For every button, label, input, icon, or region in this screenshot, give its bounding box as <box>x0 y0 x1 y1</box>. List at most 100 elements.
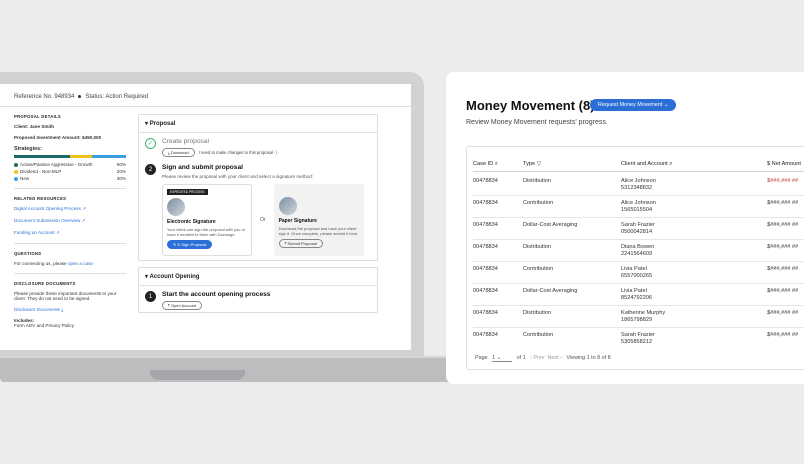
card-description: Download the proposal and have your clie… <box>278 226 359 236</box>
table-row[interactable]: 00478834 Contribution Alice Johnson 1565… <box>467 196 804 218</box>
table-row[interactable]: 00478834 Contribution Livia Patel 655700… <box>467 262 804 284</box>
net-amount: $###,### ## <box>767 222 799 228</box>
resource-link[interactable]: Funding an Account <box>14 230 55 235</box>
divider <box>14 273 126 274</box>
resource-link[interactable]: Digital Account Opening Process <box>14 206 81 211</box>
column-header-client[interactable]: Client and Account ⌕ <box>621 161 672 168</box>
next-button[interactable]: Next › <box>547 355 561 361</box>
net-amount: $###,### ## <box>767 244 799 250</box>
net-amount: $###,### ## <box>767 288 799 294</box>
open-account-label: Open Account <box>170 303 197 308</box>
type: Dollar-Cost Averaging <box>523 288 578 294</box>
card-title: Electronic Signature <box>167 219 216 225</box>
table-row[interactable]: 00478834 Dollar-Cost Averaging Sarah Fra… <box>467 218 804 240</box>
page-select[interactable]: 1 ⌄ <box>492 355 513 362</box>
disclosure-link[interactable]: Disclosure Documents <box>14 307 60 312</box>
details-heading: PROPOSAL DETAILS <box>14 114 61 119</box>
account-opening-header[interactable]: ▾ Account Opening <box>139 268 377 286</box>
request-money-movement-button[interactable]: Request Money Movement ⌄ <box>590 99 677 111</box>
case-id: 00478834 <box>473 244 498 250</box>
prev-button[interactable]: ‹ Prev <box>530 355 544 361</box>
case-id: 00478834 <box>473 178 498 184</box>
signature-options: EXPEDITED PROCESS Electronic Signature Y… <box>139 184 377 260</box>
type: Distribution <box>523 244 551 250</box>
type: Contribution <box>523 200 554 206</box>
account-number: 6557000265 <box>621 273 653 279</box>
page-of: of 1 <box>516 355 526 361</box>
avatar <box>167 198 185 216</box>
money-movement-table: Case ID ⌕ Type ▽ Client and Account ⌕ $ … <box>466 146 804 370</box>
account-number: 8524792206 <box>621 295 653 301</box>
external-link-icon: ↗ <box>82 206 87 211</box>
table-row[interactable]: 00478834 Contribution Sarah Frazier 5305… <box>467 328 804 350</box>
page-description: Review Money Movement requests' progress… <box>466 119 608 126</box>
paper-signature-card[interactable]: Paper Signature Download the proposal an… <box>273 184 364 256</box>
column-header-type[interactable]: Type ▽ <box>523 161 541 167</box>
search-icon[interactable]: ⌕ <box>669 161 672 167</box>
request-button-label: Request Money Movement <box>598 102 663 108</box>
proposal-header[interactable]: ▾ Proposal <box>139 115 377 133</box>
table-row[interactable]: 00478834 Distribution Alice Johnson 5312… <box>467 174 804 196</box>
account-number: 5312348832 <box>621 185 653 191</box>
questions-text: For connecting us, please <box>14 261 67 266</box>
card-description: Your client can sign the proposal with y… <box>167 227 246 237</box>
changes-link[interactable]: I need to make changes to this proposal … <box>199 150 279 155</box>
strategy-pct: 30% <box>116 176 126 181</box>
electronic-signature-card[interactable]: EXPEDITED PROCESS Electronic Signature Y… <box>162 184 252 256</box>
search-icon[interactable]: ⌕ <box>495 161 498 167</box>
column-header-amount[interactable]: $ Net Amount <box>767 161 801 167</box>
laptop-screen: Reference No. 948934 Status: Action Requi… <box>0 84 411 350</box>
sidebar: PROPOSAL DETAILS Client: Jane Smith Prop… <box>14 114 126 328</box>
table-row[interactable]: 00478834 Dollar-Cost Averaging Livia Pat… <box>467 284 804 306</box>
client-name: Livia Patel <box>621 288 647 294</box>
case-id: 00478834 <box>473 200 498 206</box>
client-name: Livia Patel <box>621 266 647 272</box>
strategy-legend-item: Active/Passive Aggressive - Growth 50% <box>14 162 126 167</box>
proposal-title: Proposal <box>149 121 176 127</box>
status-text: Status: Action Required <box>85 94 149 100</box>
net-amount: $###,### ## <box>767 178 799 184</box>
table-row[interactable]: 00478834 Distribution Diana Bowen 224156… <box>467 240 804 262</box>
prev-label: Prev <box>533 355 545 361</box>
strategy-bar-segment <box>70 155 93 158</box>
strategy-bar-segment <box>14 155 70 158</box>
resource-link[interactable]: Document Submission Overview <box>14 218 80 223</box>
open-case-link[interactable]: open a case <box>68 261 93 266</box>
download-label: Download <box>170 150 189 155</box>
next-label: Next <box>547 355 559 361</box>
legend-dot-icon <box>14 162 18 167</box>
divider <box>0 106 411 107</box>
step-title: Sign and submit proposal <box>162 164 243 171</box>
open-account-button[interactable]: ⤒ Open Account <box>162 301 203 310</box>
card-title: Paper Signature <box>278 218 317 224</box>
account-number: 0500042814 <box>621 229 653 235</box>
account-opening-title: Account Opening <box>149 274 200 280</box>
case-id: 00478834 <box>473 266 498 272</box>
client-name: Katherine Murphy <box>621 310 666 316</box>
step-number: 2 <box>145 164 156 175</box>
strategy-pct: 50% <box>116 162 126 167</box>
resources-heading: RELATED RESOURCES <box>14 196 67 201</box>
table-row[interactable]: 00478834 Distribution Katherine Murphy 1… <box>467 306 804 328</box>
step-sign-proposal: 2 Sign and submit proposal Please review… <box>139 159 377 184</box>
or-label: Or <box>260 217 266 223</box>
divider <box>14 243 126 244</box>
net-amount: $###,### ## <box>767 200 799 206</box>
client-name: Diana Bowen <box>621 244 655 250</box>
esign-button[interactable]: ✎ E-Sign Proposal <box>167 240 213 249</box>
filter-icon[interactable]: ▽ <box>537 161 541 167</box>
column-header-case-id[interactable]: Case ID ⌕ <box>473 161 498 168</box>
strategy-legend-item: Dividend - Non-MLP 20% <box>14 169 126 174</box>
account-number: 1865798829 <box>621 317 653 323</box>
type: Contribution <box>523 332 554 338</box>
net-amount: $###,### ## <box>767 332 799 338</box>
page-title: Money Movement (8) <box>466 98 595 113</box>
download-icon: ⤓ <box>61 307 64 312</box>
case-id: 00478834 <box>473 288 498 294</box>
submit-proposal-button[interactable]: ⤒ Submit Proposal <box>278 239 323 248</box>
case-id: 00478834 <box>473 332 498 338</box>
pagination: Page 1 ⌄ of 1 ‹ Prev Next › Viewing 1 to… <box>475 355 611 362</box>
download-button[interactable]: ⤓ Download <box>162 148 195 157</box>
column-label: Case ID <box>473 161 494 167</box>
external-link-icon: ↗ <box>55 230 60 235</box>
